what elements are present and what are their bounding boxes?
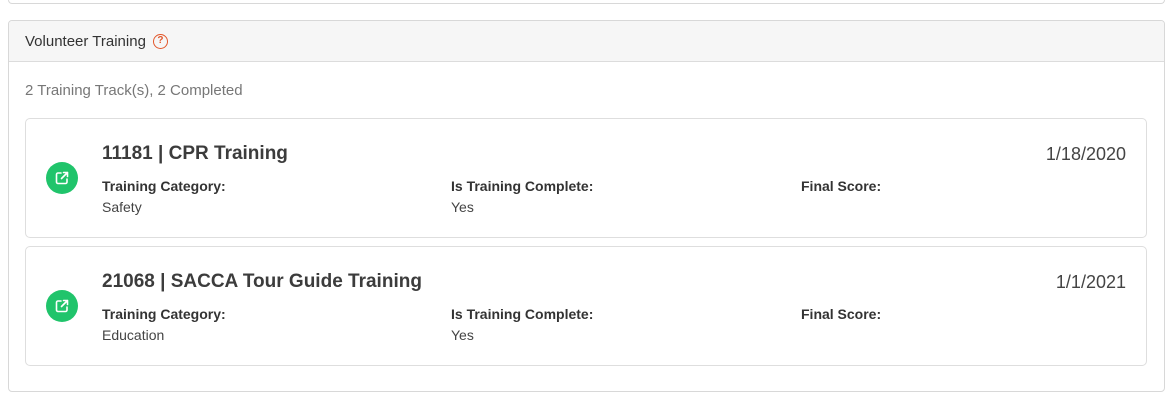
- previous-panel-edge: [8, 0, 1165, 4]
- panel-header: Volunteer Training ?: [9, 21, 1164, 62]
- training-complete-label: Is Training Complete:: [451, 306, 594, 322]
- track-title: 11181 | CPR Training: [102, 143, 288, 164]
- training-category-label: Training Category:: [102, 306, 226, 322]
- volunteer-training-panel: Volunteer Training ? 2 Training Track(s)…: [8, 20, 1165, 392]
- external-link-icon: [55, 171, 69, 185]
- training-category-field: Training Category: Education: [102, 306, 226, 343]
- training-category-label: Training Category:: [102, 178, 226, 194]
- training-complete-field: Is Training Complete: Yes: [451, 178, 593, 215]
- open-track-button[interactable]: [46, 162, 78, 194]
- training-summary: 2 Training Track(s), 2 Completed: [25, 82, 243, 99]
- final-score-label: Final Score:: [801, 178, 882, 194]
- question-circle-icon[interactable]: ?: [152, 33, 168, 49]
- training-complete-value: Yes: [451, 199, 474, 215]
- external-link-icon: [55, 299, 69, 313]
- training-track-card: 11181 | CPR Training 1/18/2020 Training …: [25, 118, 1147, 238]
- training-category-value: Education: [102, 327, 165, 343]
- training-category-field: Training Category: Safety: [102, 178, 226, 215]
- track-title: 21068 | SACCA Tour Guide Training: [102, 271, 422, 292]
- training-track-card: 21068 | SACCA Tour Guide Training 1/1/20…: [25, 246, 1147, 366]
- panel-title: Volunteer Training: [25, 32, 146, 50]
- open-track-button[interactable]: [46, 290, 78, 322]
- training-complete-value: Yes: [451, 327, 474, 343]
- final-score-label: Final Score:: [801, 306, 882, 322]
- track-date: 1/18/2020: [1045, 144, 1126, 164]
- final-score-field: Final Score:: [801, 306, 881, 327]
- training-category-value: Safety: [102, 199, 142, 215]
- track-date: 1/1/2021: [1055, 272, 1126, 292]
- training-complete-field: Is Training Complete: Yes: [451, 306, 593, 343]
- training-complete-label: Is Training Complete:: [451, 178, 594, 194]
- final-score-field: Final Score:: [801, 178, 881, 199]
